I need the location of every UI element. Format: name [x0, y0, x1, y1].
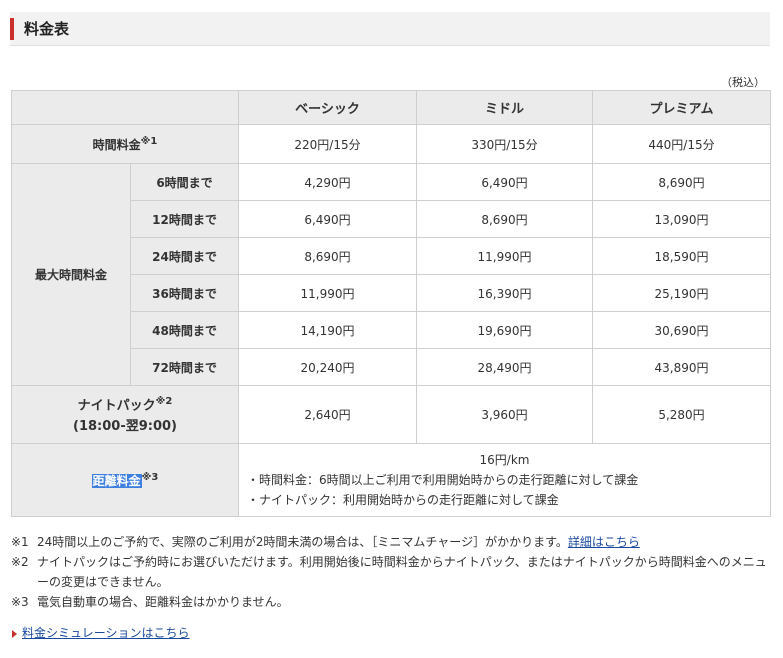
- section-title: 料金表: [24, 20, 70, 38]
- max-basic: 8,690円: [238, 237, 417, 275]
- night-row: ナイトパック※2 (18:00-翌9:00) 2,640円 3,960円 5,2…: [11, 385, 771, 444]
- price-table: ベーシック ミドル プレミアム 時間料金※1 220円/15分 330円/15分…: [11, 90, 771, 517]
- footnote-2: ※2 ナイトパックはご予約時にお選びいただけます。利用開始後に時間料金からナイト…: [11, 552, 771, 592]
- max-row-label: 72時間まで: [130, 348, 239, 386]
- night-mark: ※2: [155, 396, 173, 408]
- max-middle: 16,390円: [416, 274, 593, 312]
- night-basic: 2,640円: [238, 385, 417, 444]
- max-premium: 8,690円: [592, 163, 771, 201]
- max-label: 最大時間料金: [11, 163, 131, 386]
- max-basic: 14,190円: [238, 311, 417, 349]
- max-row-6h: 最大時間料金 6時間まで 4,290円 6,490円 8,690円: [11, 163, 771, 386]
- max-row-label: 24時間まで: [130, 237, 239, 275]
- distance-value-cell: 16円/km ・時間料金：6時間以上ご利用で利用開始時からの走行距離に対して課金…: [238, 443, 771, 517]
- details-link[interactable]: 詳細はこちら: [568, 535, 640, 549]
- plan-basic-header: ベーシック: [238, 90, 417, 125]
- night-hours: (18:00-翌9:00): [73, 418, 177, 434]
- footnote-mark: ※2: [11, 555, 29, 569]
- distance-label-cell: 距離料金※3: [11, 443, 239, 517]
- footnote-mark: ※3: [11, 595, 29, 609]
- hourly-row: 時間料金※1 220円/15分 330円/15分 440円/15分: [11, 124, 771, 164]
- distance-label: 距離料金: [91, 473, 142, 488]
- section-header: 料金表: [10, 12, 770, 46]
- hourly-mark: ※1: [140, 135, 158, 147]
- max-middle: 28,490円: [416, 348, 593, 386]
- max-basic: 6,490円: [238, 200, 417, 238]
- hourly-premium: 440円/15分: [592, 124, 771, 164]
- footnote-1: ※1 24時間以上のご予約で、実際のご利用が2時間未満の場合は、［ミニマムチャー…: [11, 532, 771, 552]
- max-middle: 11,990円: [416, 237, 593, 275]
- footnote-text: 電気自動車の場合、距離料金はかかりません。: [37, 595, 289, 609]
- distance-note-2: ・ナイトパック：利用開始時からの走行距離に対して課金: [247, 493, 559, 507]
- footnote-text: 24時間以上のご予約で、実際のご利用が2時間未満の場合は、［ミニマムチャージ］が…: [37, 532, 771, 552]
- night-premium: 5,280円: [592, 385, 771, 444]
- max-premium: 25,190円: [592, 274, 771, 312]
- max-row-label: 6時間まで: [130, 163, 239, 201]
- hourly-label: 時間料金: [92, 137, 141, 152]
- simulation-link-row[interactable]: 料金シミュレーションはこちら: [12, 624, 190, 641]
- hourly-middle: 330円/15分: [416, 124, 593, 164]
- hourly-basic: 220円/15分: [238, 124, 417, 164]
- footnote-1-text: 24時間以上のご予約で、実際のご利用が2時間未満の場合は、［ミニマムチャージ］が…: [37, 535, 568, 549]
- table-header-row: ベーシック ミドル プレミアム: [11, 90, 771, 125]
- max-premium: 43,890円: [592, 348, 771, 386]
- hourly-label-cell: 時間料金※1: [11, 124, 239, 164]
- footnote-mark: ※1: [11, 535, 29, 549]
- distance-note-1: ・時間料金：6時間以上ご利用で利用開始時からの走行距離に対して課金: [247, 473, 639, 487]
- max-basic: 20,240円: [238, 348, 417, 386]
- plan-middle-header: ミドル: [416, 90, 593, 125]
- max-middle: 6,490円: [416, 163, 593, 201]
- max-premium: 18,590円: [592, 237, 771, 275]
- max-basic: 11,990円: [238, 274, 417, 312]
- night-label-cell: ナイトパック※2 (18:00-翌9:00): [11, 385, 239, 444]
- night-label: ナイトパック: [77, 398, 156, 414]
- distance-mark: ※3: [141, 471, 159, 483]
- max-row-label: 48時間まで: [130, 311, 239, 349]
- simulation-link[interactable]: 料金シミュレーションはこちら: [22, 626, 190, 640]
- header-blank-cell: [11, 90, 239, 125]
- distance-rate: 16円/km: [479, 453, 530, 467]
- footnote-3: ※3 電気自動車の場合、距離料金はかかりません。: [11, 592, 771, 612]
- footnotes: ※1 24時間以上のご予約で、実際のご利用が2時間未満の場合は、［ミニマムチャー…: [11, 532, 771, 612]
- arrow-right-icon: [12, 629, 17, 638]
- max-premium: 30,690円: [592, 311, 771, 349]
- night-middle: 3,960円: [416, 385, 593, 444]
- distance-row: 距離料金※3 16円/km ・時間料金：6時間以上ご利用で利用開始時からの走行距…: [11, 443, 771, 517]
- max-premium: 13,090円: [592, 200, 771, 238]
- header-accent-bar: [10, 18, 14, 40]
- plan-premium-header: プレミアム: [592, 90, 771, 125]
- max-middle: 8,690円: [416, 200, 593, 238]
- max-row-label: 36時間まで: [130, 274, 239, 312]
- max-row-label: 12時間まで: [130, 200, 239, 238]
- tax-note: （税込）: [721, 76, 765, 89]
- max-middle: 19,690円: [416, 311, 593, 349]
- footnote-text: ナイトパックはご予約時にお選びいただけます。利用開始後に時間料金からナイトパック…: [37, 555, 767, 589]
- max-basic: 4,290円: [238, 163, 417, 201]
